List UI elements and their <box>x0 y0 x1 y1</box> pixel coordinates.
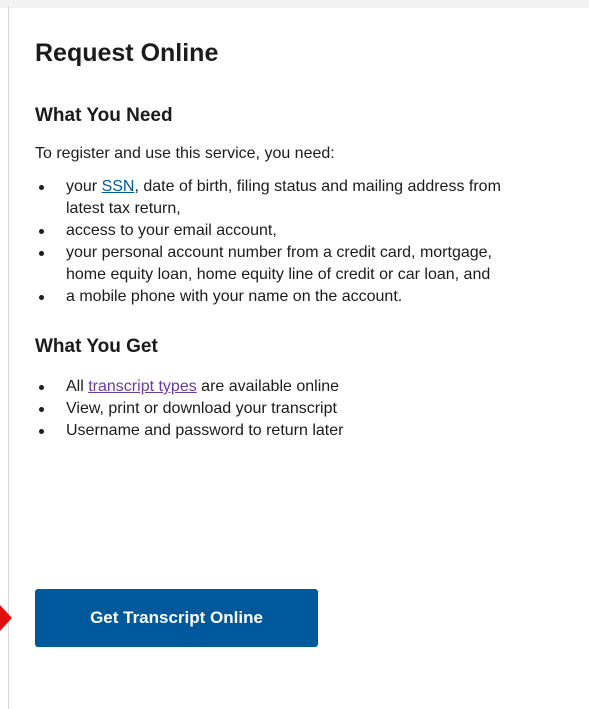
page-frame: Request Online What You Need To register… <box>0 0 589 709</box>
list-item-text: a mobile phone with your name on the acc… <box>66 288 403 305</box>
transcript-types-link[interactable]: transcript types <box>88 378 196 395</box>
left-border-divider <box>8 6 9 709</box>
bullet-icon <box>39 185 44 190</box>
top-shade <box>0 0 589 8</box>
request-online-panel: Request Online What You Need To register… <box>35 36 575 442</box>
list-item: View, print or download your transcript <box>35 398 536 420</box>
what-you-need-heading: What You Need <box>35 105 173 126</box>
red-pointer-arrow-icon <box>0 605 12 631</box>
list-item-text: your personal account number from a cred… <box>66 244 492 283</box>
bullet-icon <box>39 295 44 300</box>
list-item-text: Username and password to return later <box>66 422 344 439</box>
bullet-icon <box>39 229 44 234</box>
what-you-need-intro: To register and use this service, you ne… <box>35 145 335 162</box>
list-item-text: View, print or download your transcript <box>66 400 337 417</box>
list-item-prefix: All <box>66 378 89 395</box>
bullet-icon <box>39 385 44 390</box>
get-transcript-online-button[interactable]: Get Transcript Online <box>35 589 318 647</box>
list-item-text: access to your email account, <box>66 222 277 239</box>
bullet-icon <box>39 407 44 412</box>
list-item: your personal account number from a cred… <box>35 242 536 286</box>
list-item: access to your email account, <box>35 220 536 242</box>
list-item-prefix: your <box>66 178 102 195</box>
what-you-get-heading: What You Get <box>35 336 158 357</box>
list-item: your SSN, date of birth, filing status a… <box>35 176 536 220</box>
list-item-suffix: are available online <box>196 378 340 395</box>
list-item: All transcript types are available onlin… <box>35 376 536 398</box>
bullet-icon <box>39 251 44 256</box>
list-item: Username and password to return later <box>35 420 536 442</box>
what-you-get-list: All transcript types are available onlin… <box>35 376 575 442</box>
bullet-icon <box>39 429 44 434</box>
what-you-need-list: your SSN, date of birth, filing status a… <box>35 176 575 308</box>
section-title: Request Online <box>35 39 219 67</box>
ssn-link[interactable]: SSN <box>102 178 135 195</box>
list-item: a mobile phone with your name on the acc… <box>35 286 536 308</box>
